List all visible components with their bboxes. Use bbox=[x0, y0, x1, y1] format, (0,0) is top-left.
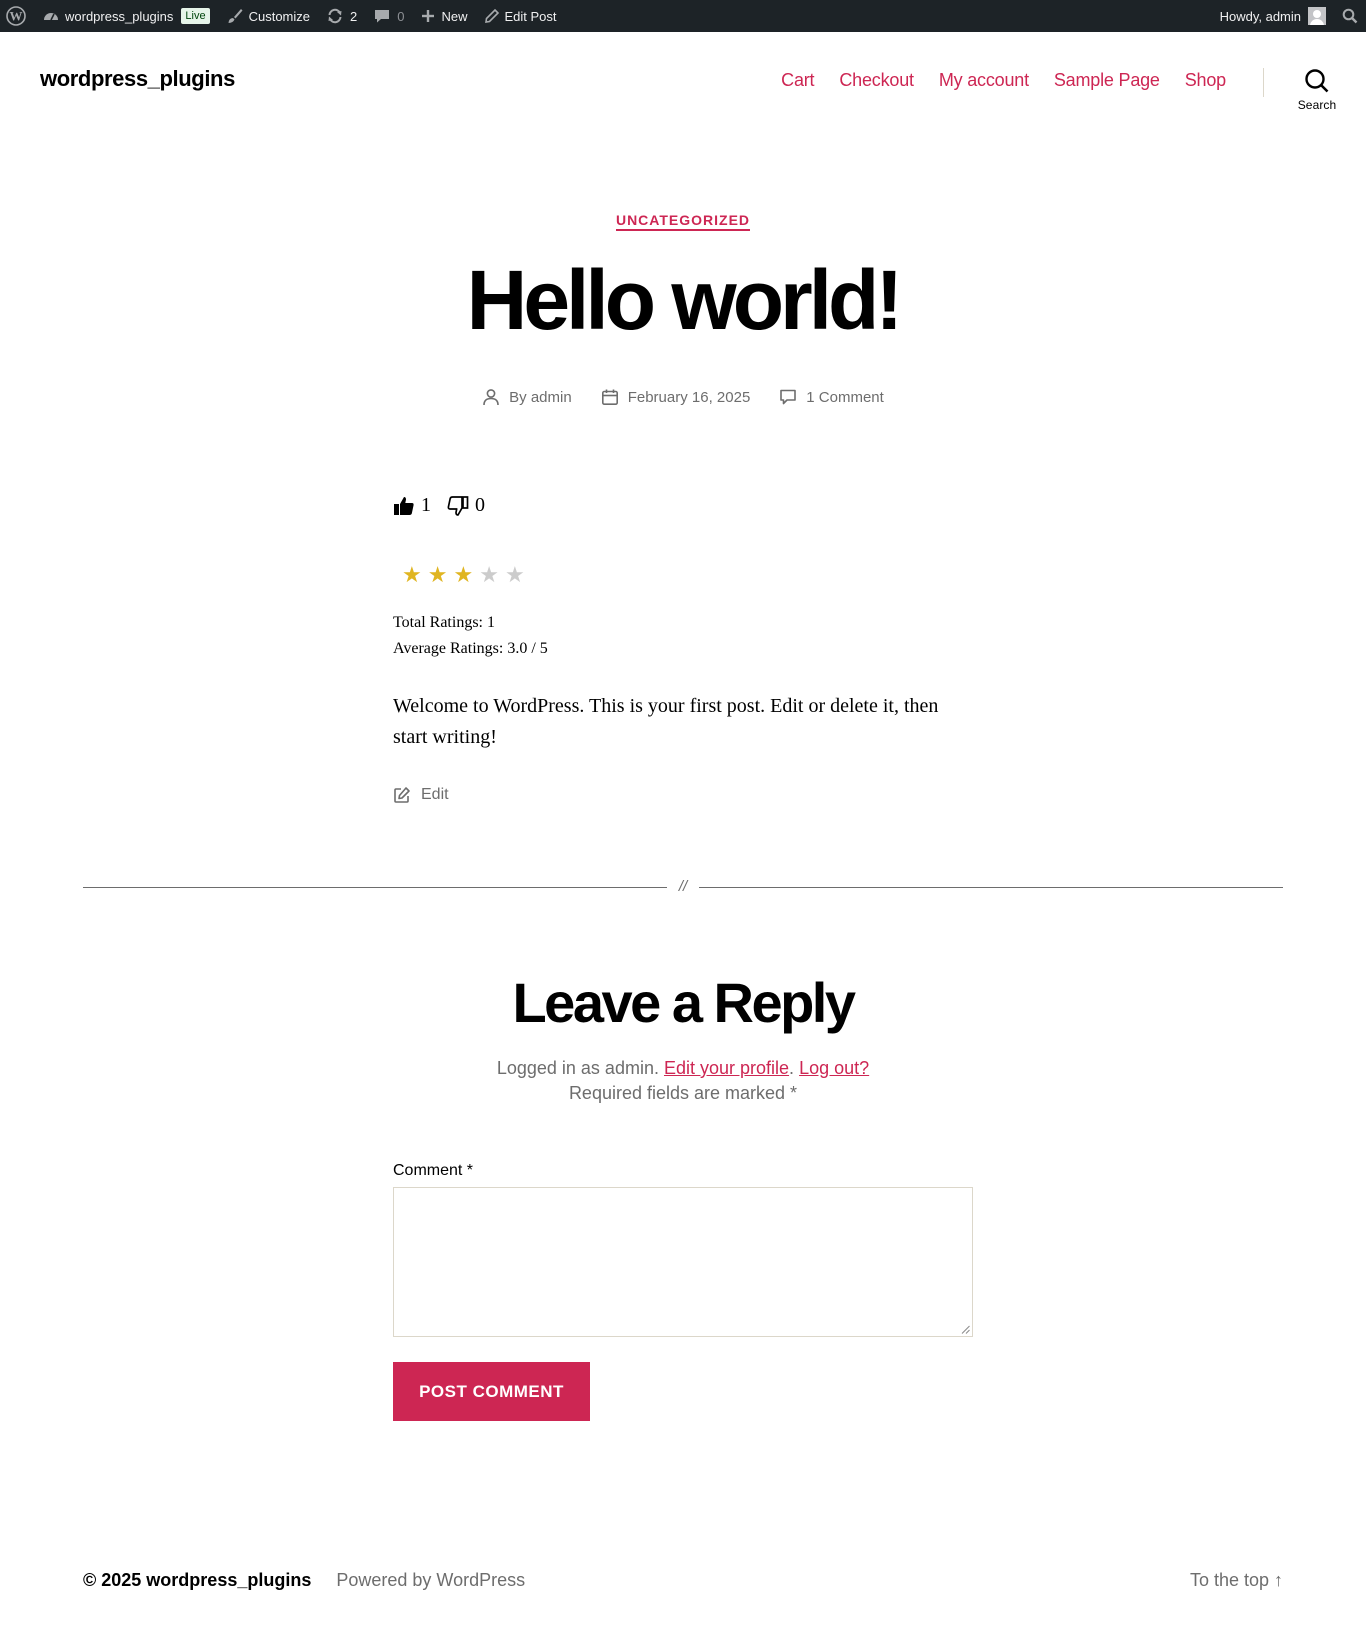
post-title: Hello world! bbox=[466, 253, 904, 347]
edit-post-label: Edit Post bbox=[504, 8, 557, 24]
customize-label: Customize bbox=[248, 8, 311, 24]
brush-icon bbox=[228, 9, 243, 23]
log-out-link[interactable]: Log out? bbox=[799, 1058, 869, 1078]
category-link[interactable]: UNCATEGORIZED bbox=[615, 212, 751, 231]
comments-count: 0 bbox=[397, 8, 405, 24]
separator-line-left bbox=[83, 887, 667, 888]
avatar bbox=[1308, 7, 1326, 25]
admin-search-icon bbox=[1342, 8, 1358, 24]
search-toggle[interactable]: Search bbox=[1289, 68, 1345, 112]
post-author[interactable]: By admin bbox=[482, 388, 572, 406]
updates-link[interactable]: 2 bbox=[318, 0, 365, 32]
category-link-wrap: UNCATEGORIZED bbox=[0, 212, 1366, 231]
nav-item-shop[interactable]: Shop bbox=[1185, 70, 1226, 91]
admin-bar-site-name: wordpress_plugins bbox=[65, 8, 174, 24]
star-icon[interactable]: ★ bbox=[453, 564, 473, 586]
comments-link[interactable]: 0 bbox=[365, 0, 412, 32]
search-icon bbox=[1305, 69, 1329, 93]
new-label: New bbox=[441, 8, 468, 24]
section-separator: // bbox=[83, 878, 1283, 898]
footer-copyright[interactable]: © 2025 wordpress_plugins bbox=[83, 1570, 311, 1591]
site-footer: © 2025 wordpress_plugins Powered by Word… bbox=[83, 1570, 1283, 1591]
post-comments[interactable]: 1 Comment bbox=[779, 388, 884, 406]
comment-bubble-icon bbox=[375, 10, 390, 23]
rating-summary: Total Ratings: 1 Average Ratings: 3.0 / … bbox=[393, 610, 548, 662]
thumbs-up-icon[interactable] bbox=[393, 495, 415, 517]
logged-in-notice: Logged in as admin. Edit your profile. L… bbox=[0, 1056, 1366, 1106]
updates-icon bbox=[328, 8, 342, 24]
post-comments-text: 1 Comment bbox=[806, 388, 884, 406]
site-name-menu[interactable]: wordpress_plugins Live bbox=[34, 0, 218, 32]
edit-post-link-footer[interactable]: Edit bbox=[393, 786, 449, 804]
customize-link[interactable]: Customize bbox=[218, 0, 318, 32]
edit-profile-link[interactable]: Edit your profile bbox=[664, 1058, 789, 1078]
post-meta: By admin February 16, 2025 1 Comment bbox=[0, 388, 1366, 406]
updates-count: 2 bbox=[350, 8, 358, 24]
admin-search[interactable] bbox=[1334, 0, 1366, 32]
site-title[interactable]: wordpress_plugins bbox=[40, 66, 235, 92]
edit-post-link[interactable]: Edit Post bbox=[476, 0, 565, 32]
post-author-text: By admin bbox=[509, 388, 572, 406]
wordpress-icon: W bbox=[6, 6, 26, 26]
comment-icon bbox=[780, 389, 797, 405]
admin-bar: W wordpress_plugins Live Customize 2 0 N… bbox=[0, 0, 1366, 32]
plus-icon bbox=[422, 10, 435, 22]
new-content-menu[interactable]: New bbox=[412, 0, 475, 32]
dislikes-count: 0 bbox=[475, 494, 485, 516]
thumbs-down-icon[interactable] bbox=[447, 495, 469, 517]
howdy-text: Howdy, admin bbox=[1219, 8, 1301, 24]
total-ratings: Total Ratings: 1 bbox=[393, 614, 495, 631]
separator-mark: // bbox=[678, 878, 688, 895]
user-icon bbox=[483, 389, 499, 406]
nav-item-my-account[interactable]: My account bbox=[939, 70, 1029, 91]
search-label: Search bbox=[1297, 98, 1337, 112]
nav-item-sample-page[interactable]: Sample Page bbox=[1054, 70, 1160, 91]
live-badge: Live bbox=[181, 8, 210, 24]
dashboard-icon bbox=[44, 13, 58, 21]
post-comment-button[interactable]: POST COMMENT bbox=[393, 1362, 590, 1421]
comment-label: Comment * bbox=[393, 1162, 474, 1179]
like-dislike-bar: 1 0 bbox=[393, 494, 501, 517]
star-icon[interactable]: ★ bbox=[402, 564, 422, 586]
reply-title: Leave a Reply bbox=[512, 971, 856, 1034]
logged-in-text: Logged in as admin. bbox=[496, 1058, 659, 1078]
average-ratings: Average Ratings: 3.0 / 5 bbox=[393, 640, 548, 657]
pencil-icon bbox=[484, 8, 499, 23]
period: . bbox=[789, 1058, 795, 1078]
required-fields-note: Required fields are marked * bbox=[568, 1083, 798, 1103]
star-icon[interactable]: ★ bbox=[479, 564, 499, 586]
nav-item-cart[interactable]: Cart bbox=[781, 70, 814, 91]
edit-label: Edit bbox=[421, 786, 449, 803]
wordpress-logo-menu[interactable]: W bbox=[0, 0, 34, 32]
star-icon[interactable]: ★ bbox=[505, 564, 525, 586]
my-account-menu[interactable]: Howdy, admin bbox=[1212, 0, 1334, 32]
svg-text:W: W bbox=[10, 9, 23, 24]
nav-divider bbox=[1263, 68, 1264, 97]
nav-item-checkout[interactable]: Checkout bbox=[839, 70, 914, 91]
calendar-icon bbox=[601, 389, 618, 405]
star-rating: ★ ★ ★ ★ ★ bbox=[402, 564, 525, 586]
comment-textarea[interactable] bbox=[393, 1187, 973, 1337]
post-date[interactable]: February 16, 2025 bbox=[601, 388, 751, 406]
likes-count: 1 bbox=[421, 494, 431, 516]
star-icon[interactable]: ★ bbox=[428, 564, 448, 586]
admin-bar-secondary: Howdy, admin bbox=[1212, 0, 1366, 32]
to-the-top-link[interactable]: To the top ↑ bbox=[1190, 1570, 1283, 1591]
post-date-text: February 16, 2025 bbox=[627, 388, 751, 406]
powered-by-link[interactable]: Powered by WordPress bbox=[336, 1570, 525, 1591]
separator-line-right bbox=[699, 887, 1283, 888]
edit-icon bbox=[394, 787, 410, 803]
resize-grip-icon[interactable] bbox=[961, 1325, 970, 1334]
primary-nav: Cart Checkout My account Sample Page Sho… bbox=[781, 70, 1226, 91]
post-body: Welcome to WordPress. This is your first… bbox=[393, 695, 939, 748]
